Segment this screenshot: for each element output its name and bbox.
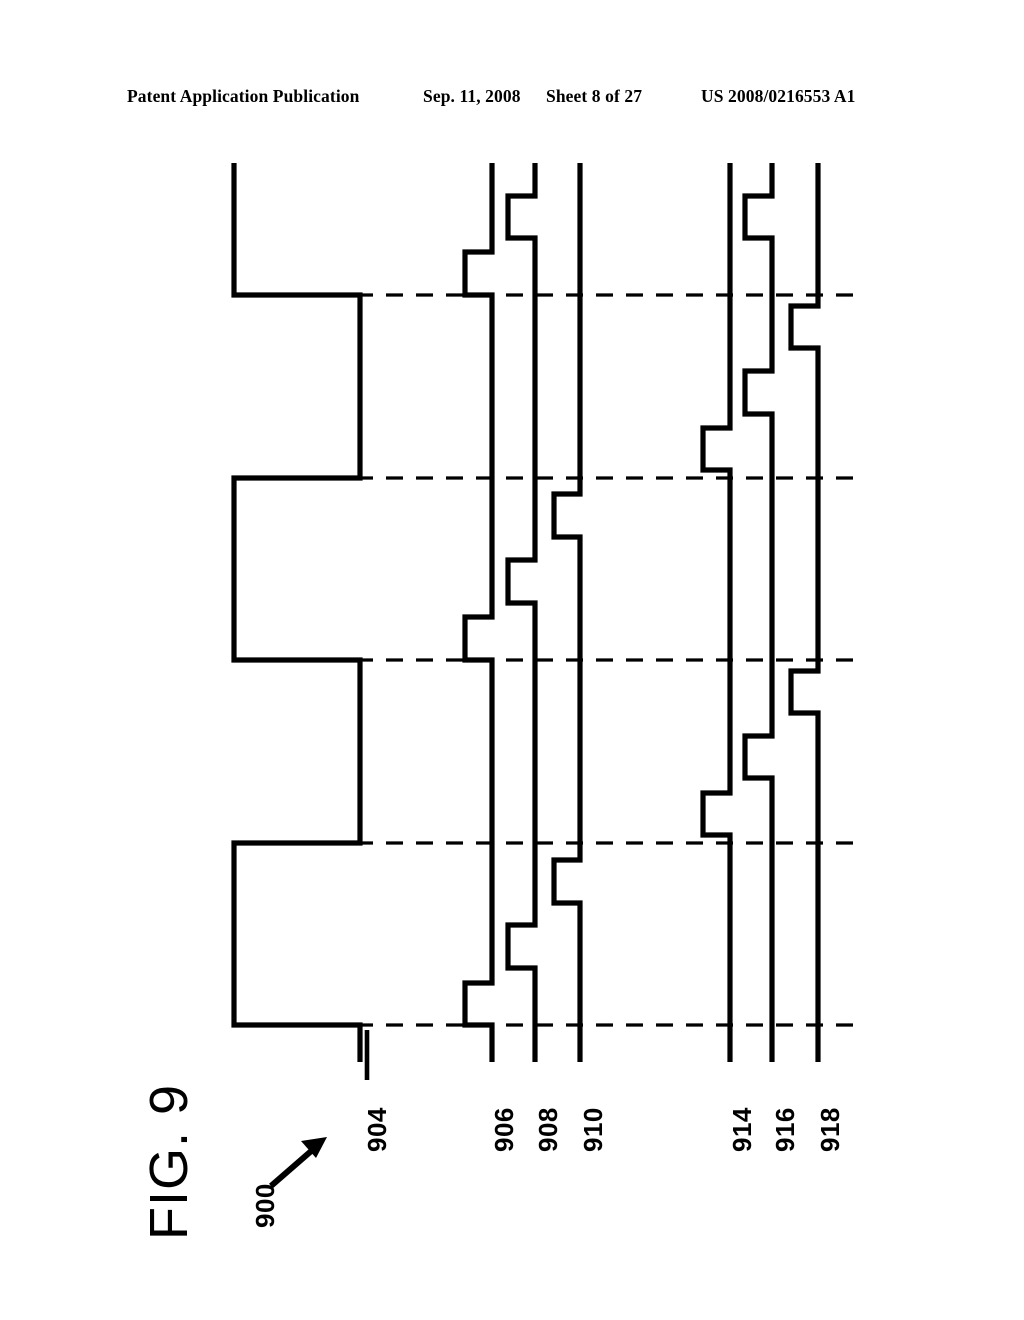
figure-title: FIG. 9 <box>139 1083 199 1240</box>
waveform-914-trace <box>700 163 733 1062</box>
waveform-916-group <box>742 163 775 1062</box>
ref-number-904: 904 <box>362 1107 392 1152</box>
waveform-918-trace <box>788 163 821 1062</box>
arrow-shaft-icon <box>269 1143 319 1189</box>
ref-number-908: 908 <box>533 1107 563 1152</box>
ref-number-914: 914 <box>727 1107 757 1152</box>
waveform-908-trace <box>505 163 538 1062</box>
waveform-906-group <box>462 163 495 1062</box>
ref-number-906: 906 <box>489 1107 519 1152</box>
ref-number-910: 910 <box>578 1107 608 1152</box>
ref-number-916: 916 <box>770 1107 800 1152</box>
waveform-904-trace <box>231 163 363 1062</box>
ref-number-918: 918 <box>815 1107 845 1152</box>
waveform-918-group <box>788 163 821 1062</box>
ref-number-900: 900 <box>250 1183 280 1228</box>
waveform-916-trace <box>742 163 775 1062</box>
waveform-908-group <box>505 163 538 1062</box>
waveform-904-group <box>231 163 363 1062</box>
waveform-910-group <box>551 163 583 1062</box>
waveform-910-trace <box>551 163 583 1062</box>
system-pointer-arrow <box>269 1137 327 1189</box>
waveform-914-group <box>700 163 733 1062</box>
waveform-906-trace <box>462 163 495 1062</box>
